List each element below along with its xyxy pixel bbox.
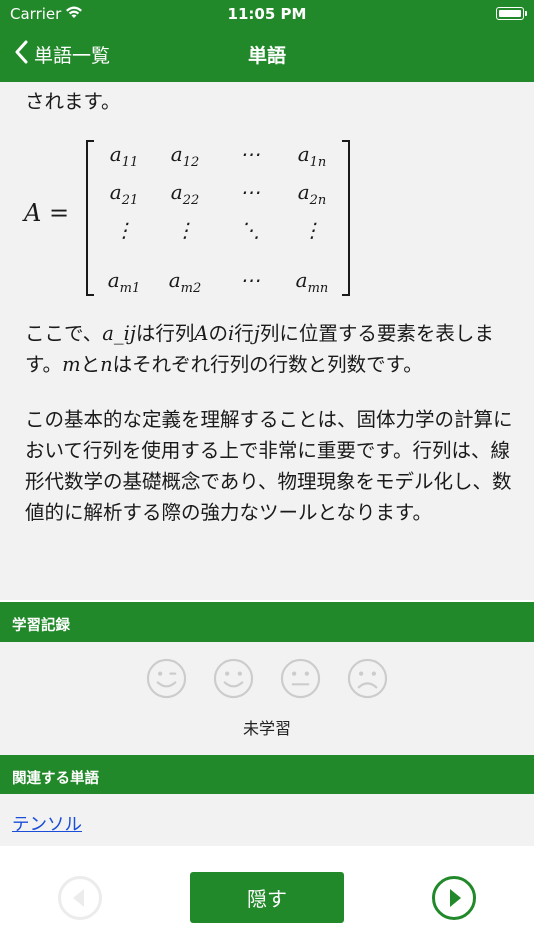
matrix-cell: ⋮ (114, 218, 134, 242)
matrix-cell: amn (295, 268, 329, 296)
matrix-cell: a22 (170, 180, 200, 208)
definition-paragraph: この基本的な定義を理解することは、固体力学の計算において行列を使用する上で非常に… (25, 408, 513, 524)
matrix-cell: a1n (297, 142, 327, 170)
matrix-cell: ⋯ (240, 142, 260, 166)
matrix-cell: am2 (168, 268, 202, 296)
matrix-cell: a2n (297, 180, 327, 208)
matrix-cell: ⋮ (302, 218, 322, 242)
smile-face-icon[interactable] (213, 658, 254, 699)
next-button[interactable] (431, 875, 477, 921)
learning-record-panel: 未学習 (0, 642, 534, 755)
related-word-link[interactable]: テンソル (12, 811, 82, 836)
matrix-cell: a21 (109, 180, 139, 208)
hide-button[interactable]: 隠す (190, 872, 344, 923)
matrix-cell: ⋯ (240, 180, 260, 204)
learning-status: 未学習 (242, 719, 291, 738)
play-left-icon (58, 876, 102, 920)
sad-face-icon[interactable] (347, 658, 388, 699)
matrix-cell: am1 (107, 268, 141, 296)
math-A: A (194, 322, 209, 345)
bottom-toolbar: 隠す (0, 846, 534, 950)
matrix-cell: ⋯ (240, 268, 260, 292)
navigation-bar: 単語一覧 単語 (0, 28, 534, 82)
play-right-icon (432, 876, 476, 920)
related-words-panel: テンソル (0, 794, 534, 846)
matrix-cell: ⋱ (240, 218, 260, 242)
matrix-lhs: A = (24, 199, 70, 227)
right-bracket (342, 140, 350, 296)
battery-icon (496, 7, 527, 20)
matrix-cell: a12 (170, 142, 200, 170)
matrix-cell: ⋮ (175, 218, 195, 242)
learning-record-header: 学習記録 (0, 602, 534, 642)
left-bracket (86, 140, 94, 296)
matrix-cell: a11 (109, 142, 139, 170)
definition-explanation: ここで、a_ijは行列Aのi行j列に位置する要素を表します。mとnはそれぞれ行列… (25, 322, 494, 376)
clock: 11:05 PM (227, 5, 307, 23)
wink-face-icon[interactable] (146, 658, 187, 699)
math-m: m (62, 353, 81, 376)
definition-content[interactable]: されます。 A = a11 a12 ⋯ a1n a21 a22 ⋯ a2n ⋮ ⋮ ⋱ ⋮ am1 am2… (0, 82, 534, 600)
previous-button[interactable] (57, 875, 103, 921)
neutral-face-icon[interactable] (280, 658, 321, 699)
matrix-equation: A = a11 a12 ⋯ a1n a21 a22 ⋯ a2n ⋮ ⋮ ⋱ ⋮ am1 am2 ⋯ amn (24, 136, 364, 298)
related-words-header: 関連する単語 (0, 755, 534, 795)
math-aij: a_ij (102, 322, 136, 345)
math-n: n (100, 353, 113, 376)
rating-faces (0, 658, 534, 699)
status-bar: Carrier 11:05 PM (0, 0, 534, 28)
definition-text-top: されます。 (25, 90, 121, 113)
page-title: 単語 (247, 45, 286, 67)
